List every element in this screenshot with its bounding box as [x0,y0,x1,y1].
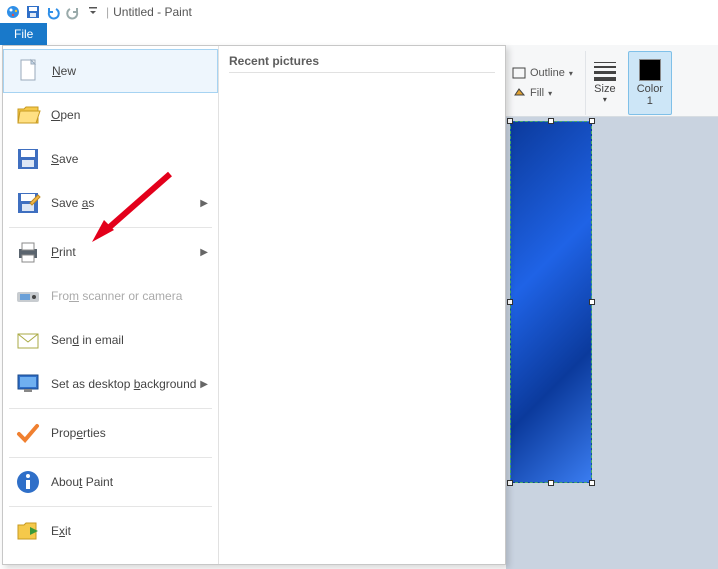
menu-item-label: About Paint [51,475,208,489]
resize-handle[interactable] [507,118,513,124]
resize-handle[interactable] [507,480,513,486]
customize-qat-icon[interactable] [84,3,102,21]
desktop-icon [13,369,43,399]
color-swatch-icon [639,59,661,81]
menu-item-new[interactable]: New [3,49,218,93]
submenu-arrow-icon: ▶ [200,379,208,390]
menu-item-label: Set as desktop background [51,377,200,391]
submenu-arrow-icon: ▶ [200,247,208,258]
menu-item-label: From scanner or camera [51,289,208,303]
resize-handle[interactable] [589,299,595,305]
recent-pictures-header: Recent pictures [229,54,495,73]
quick-access-toolbar [4,3,102,21]
open-folder-icon [13,100,43,130]
menu-separator [9,506,212,507]
menu-item-about-paint[interactable]: About Paint [3,460,218,504]
menu-item-from-scanner-or-camera: From scanner or camera [3,274,218,318]
file-menu: NewOpenSaveSave as▶Print▶From scanner or… [2,45,506,565]
menu-separator [9,227,212,228]
menu-item-label: Send in email [51,333,208,347]
color1-button[interactable]: Color 1 [628,51,672,115]
menu-item-label: Save [51,152,208,166]
menu-item-set-as-desktop-background[interactable]: Set as desktop background▶ [3,362,218,406]
resize-handle[interactable] [507,299,513,305]
document-title: Untitled - Paint [113,5,192,19]
resize-handle[interactable] [548,118,554,124]
undo-icon[interactable] [44,3,62,21]
submenu-arrow-icon: ▶ [200,198,208,209]
title-bar: | Untitled - Paint [0,0,718,23]
menu-separator [9,408,212,409]
menu-item-open[interactable]: Open [3,93,218,137]
menu-item-label: New [52,64,207,78]
menu-item-label: Print [51,245,200,259]
menu-item-properties[interactable]: Properties [3,411,218,455]
check-icon [13,418,43,448]
canvas-area[interactable] [506,117,718,569]
menu-item-label: Exit [51,524,208,538]
redo-icon[interactable] [64,3,82,21]
save-icon[interactable] [24,3,42,21]
file-tab[interactable]: File [0,23,47,45]
ribbon-tab-strip: File [0,23,718,45]
menu-item-print[interactable]: Print▶ [3,230,218,274]
exit-icon [13,516,43,546]
save-as-icon [13,188,43,218]
printer-icon [13,237,43,267]
size-button[interactable]: Size ▾ [585,51,624,115]
menu-item-label: Save as [51,196,200,210]
ribbon-partial: Outline▾ Fill▾ Size ▾ Color 1 [506,45,718,117]
menu-separator [9,457,212,458]
save-disk-icon [13,144,43,174]
menu-item-save[interactable]: Save [3,137,218,181]
menu-item-label: Properties [51,426,208,440]
recent-pictures-panel: Recent pictures [219,46,505,564]
resize-handle[interactable] [548,480,554,486]
email-icon [13,325,43,355]
app-icon [4,3,22,21]
resize-handle[interactable] [589,480,595,486]
fill-button[interactable]: Fill▾ [512,83,552,103]
menu-item-save-as[interactable]: Save as▶ [3,181,218,225]
info-icon [13,467,43,497]
file-menu-list: NewOpenSaveSave as▶Print▶From scanner or… [3,46,219,564]
menu-item-send-in-email[interactable]: Send in email [3,318,218,362]
resize-handle[interactable] [589,118,595,124]
scanner-icon [13,281,43,311]
outline-button[interactable]: Outline▾ [512,63,573,83]
menu-item-exit[interactable]: Exit [3,509,218,553]
shape-style-group: Outline▾ Fill▾ [512,51,581,115]
menu-item-label: Open [51,108,208,122]
new-file-icon [14,56,44,86]
image-selection[interactable] [510,121,592,483]
title-separator: | [106,5,109,19]
